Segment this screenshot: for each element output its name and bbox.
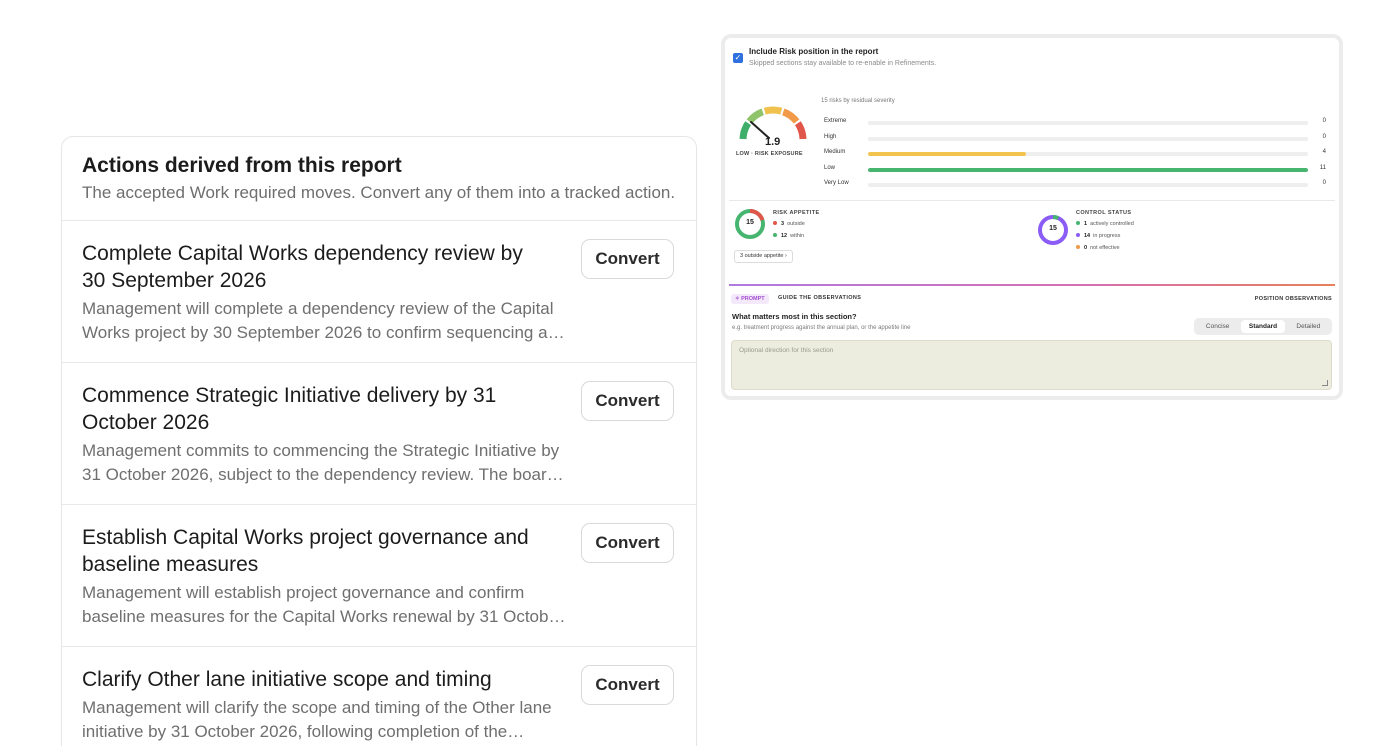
action-item: Clarify Other lane initiative scope and … (62, 647, 696, 746)
segment-standard[interactable]: Standard (1241, 320, 1285, 333)
appetite-within: 12 within (773, 233, 804, 239)
convert-button[interactable]: Convert (581, 381, 674, 421)
severity-row: High 0 (824, 134, 1326, 144)
action-title: Complete Capital Works dependency review… (82, 242, 523, 292)
include-checkbox[interactable]: ✓ (733, 53, 743, 63)
severity-label: Low (824, 165, 836, 171)
severity-row: Medium 4 (824, 149, 1326, 159)
control-in-progress: 14 in progress (1076, 233, 1120, 239)
appetite-outside: 3 outside (773, 221, 805, 227)
include-text: Include Risk position in the report Skip… (749, 47, 936, 67)
gauge-label: LOW · RISK EXPOSURE (736, 151, 803, 157)
prompt-hint: e.g. treatment progress against the annu… (732, 325, 911, 331)
action-title: Establish Capital Works project governan… (82, 526, 529, 576)
gauge-segment (763, 106, 783, 115)
risk-exposure-gauge: 1.9 LOW · RISK EXPOSURE (733, 100, 813, 157)
gauge-segment (746, 108, 765, 124)
actions-subtitle: The accepted Work required moves. Conver… (82, 183, 676, 202)
outside-dot (773, 221, 777, 225)
action-item: Complete Capital Works dependency review… (62, 221, 696, 363)
include-label: Include Risk position in the report (749, 47, 879, 56)
control-ring-value: 15 (1049, 225, 1057, 232)
not-effective-dot (1076, 245, 1080, 249)
action-description: Management will complete a dependency re… (82, 299, 567, 342)
convert-button[interactable]: Convert (581, 665, 674, 705)
action-title: Commence Strategic Initiative delivery b… (82, 384, 497, 434)
prompt-badge: ✧ PROMPT (731, 294, 769, 304)
divider (729, 200, 1335, 201)
segment-concise[interactable]: Concise (1196, 320, 1239, 333)
gauge-segment (794, 121, 807, 140)
include-section-row[interactable]: ✓ Include Risk position in the report Sk… (733, 47, 936, 67)
action-description: Management will clarify the scope and ti… (82, 698, 552, 741)
gauge-segment (739, 121, 752, 140)
severity-count: 0 (1322, 118, 1326, 124)
control-not-effective: 0 not effective (1076, 245, 1120, 251)
action-title: Clarify Other lane initiative scope and … (82, 668, 492, 691)
control-heading: CONTROL STATUS (1076, 210, 1132, 216)
control-actively-controlled: 1 actively controlled (1076, 221, 1134, 227)
appetite-ring-value: 15 (746, 219, 754, 226)
action-description: Management commits to commencing the Str… (82, 441, 560, 484)
severity-label: Very Low (824, 180, 849, 186)
action-item: Commence Strategic Initiative delivery b… (62, 363, 696, 505)
severity-track (868, 152, 1308, 156)
risk-position-preview: ✓ Include Risk position in the report Sk… (721, 34, 1343, 400)
appetite-heading: RISK APPETITE (773, 210, 820, 216)
severity-caption: 15 risks by residual severity (821, 98, 895, 104)
severity-fill (868, 168, 1308, 172)
position-observations-label: POSITION OBSERVATIONS (1254, 296, 1332, 302)
severity-label: Medium (824, 149, 846, 155)
severity-label: Extreme (824, 118, 847, 124)
convert-button[interactable]: Convert (581, 523, 674, 563)
action-description: Management will establish project govern… (82, 583, 564, 626)
severity-label: High (824, 134, 837, 140)
actions-header: Actions derived from this report The acc… (62, 137, 696, 221)
within-dot (773, 233, 777, 237)
length-segmented-control: Concise Standard Detailed (1194, 318, 1332, 335)
severity-row: Very Low 0 (824, 180, 1326, 190)
actions-title: Actions derived from this report (82, 154, 402, 177)
severity-row: Extreme 0 (824, 118, 1326, 128)
direction-textarea[interactable]: Optional direction for this section (731, 340, 1332, 390)
actions-panel: Actions derived from this report The acc… (61, 136, 697, 746)
resize-handle-icon[interactable] (1322, 380, 1328, 386)
prompt-guide-heading: GUIDE THE OBSERVATIONS (778, 295, 862, 301)
prompt-question: What matters most in this section? (732, 312, 857, 321)
severity-track (868, 137, 1308, 141)
severity-fill (868, 152, 1027, 156)
severity-track (868, 183, 1308, 187)
severity-count: 11 (1319, 165, 1326, 171)
gauge-segment (781, 108, 800, 124)
convert-button[interactable]: Convert (581, 239, 674, 279)
severity-track (868, 121, 1308, 125)
progress-dot (1076, 233, 1080, 237)
outside-appetite-button[interactable]: 3 outside appetite › (734, 250, 793, 263)
severity-count: 4 (1322, 149, 1326, 155)
severity-count: 0 (1322, 134, 1326, 140)
include-sub: Skipped sections stay available to re-en… (749, 60, 937, 67)
controlled-dot (1076, 221, 1080, 225)
severity-count: 0 (1322, 180, 1326, 186)
severity-track (868, 168, 1308, 172)
segment-detailed[interactable]: Detailed (1287, 320, 1330, 333)
severity-row: Low 11 (824, 165, 1326, 175)
direction-placeholder: Optional direction for this section (739, 347, 834, 354)
gauge-value: 1.9 (765, 136, 781, 148)
action-item: Establish Capital Works project governan… (62, 505, 696, 647)
accent-divider (729, 284, 1335, 286)
